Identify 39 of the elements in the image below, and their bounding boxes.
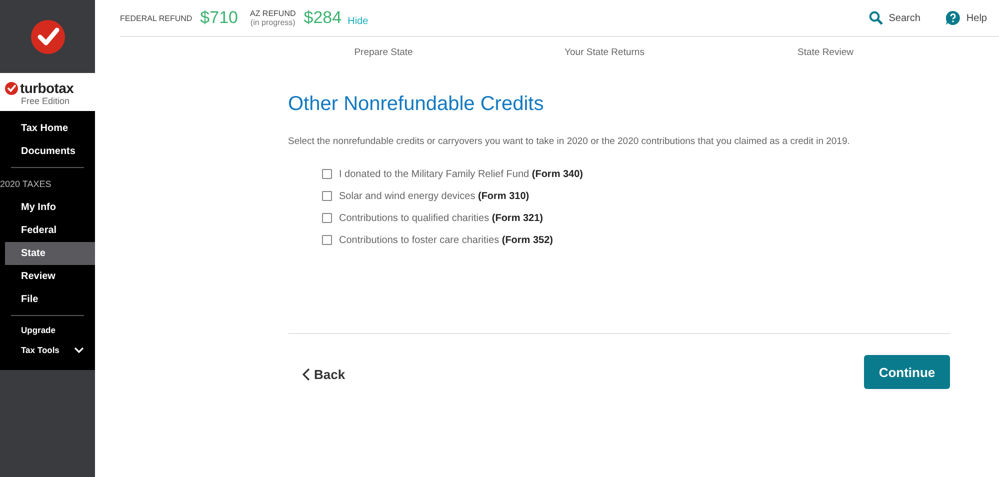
sidebar-item[interactable]: Documents bbox=[5, 140, 95, 163]
page-title: Other Nonrefundable Credits bbox=[288, 93, 545, 116]
sidebar-item[interactable]: My Info bbox=[5, 196, 95, 219]
checkbox[interactable] bbox=[322, 169, 332, 179]
refund-status: (in progress) bbox=[250, 18, 296, 27]
checkbox[interactable] bbox=[322, 213, 332, 223]
sidebar-item[interactable]: Federal bbox=[5, 219, 95, 242]
sidebar-item[interactable]: Tax Home bbox=[5, 117, 95, 140]
checkmark-logo-icon bbox=[30, 20, 64, 54]
step-label: State Review bbox=[796, 46, 854, 58]
sidebar-item[interactable]: Upgrade bbox=[5, 320, 95, 340]
section-heading: 2020 TAXES bbox=[0, 178, 52, 191]
search-link[interactable]: Search bbox=[868, 11, 920, 25]
checkbox[interactable] bbox=[322, 191, 332, 201]
option-label[interactable]: Contributions to qualified charities (Form 321) bbox=[339, 212, 543, 224]
checkmark-logo-icon bbox=[5, 82, 18, 94]
brand-name: turbotax bbox=[20, 80, 74, 96]
refund-label: FEDERAL REFUND bbox=[120, 14, 192, 22]
continue-button[interactable]: Continue bbox=[864, 355, 950, 389]
help-icon bbox=[946, 11, 960, 25]
sidebar-item[interactable]: State bbox=[5, 242, 95, 265]
refund-amount: $284 bbox=[304, 8, 342, 28]
refund-label: AZ REFUND bbox=[250, 9, 296, 18]
sidebar-item[interactable]: Review bbox=[5, 265, 95, 288]
edition-label: Free Edition bbox=[21, 96, 71, 106]
option-label[interactable]: Solar and wind energy devices (Form 310) bbox=[339, 190, 530, 202]
refund-amount: $710 bbox=[200, 8, 238, 28]
search-icon bbox=[868, 11, 883, 25]
sidebar-item[interactable]: File bbox=[5, 288, 95, 311]
description: Select the nonrefundable credits or carryovers you want to take in 2020 or the 2020 contributions that you claimed as a credit in 2019. bbox=[288, 136, 851, 147]
step-label: Your State Returns bbox=[564, 46, 646, 58]
option-label[interactable]: I donated to the Military Family Relief Fund (Form 340) bbox=[339, 168, 583, 180]
chevron-left-icon bbox=[302, 368, 310, 380]
back-button[interactable]: Back bbox=[302, 366, 346, 382]
help-link[interactable]: Help bbox=[946, 11, 987, 25]
option-label[interactable]: Contributions to foster care charities (Form 352) bbox=[339, 234, 553, 246]
step-label: Prepare State bbox=[353, 46, 414, 58]
checkbox[interactable] bbox=[322, 235, 332, 245]
sidebar-item[interactable]: Tax Tools bbox=[5, 340, 95, 360]
